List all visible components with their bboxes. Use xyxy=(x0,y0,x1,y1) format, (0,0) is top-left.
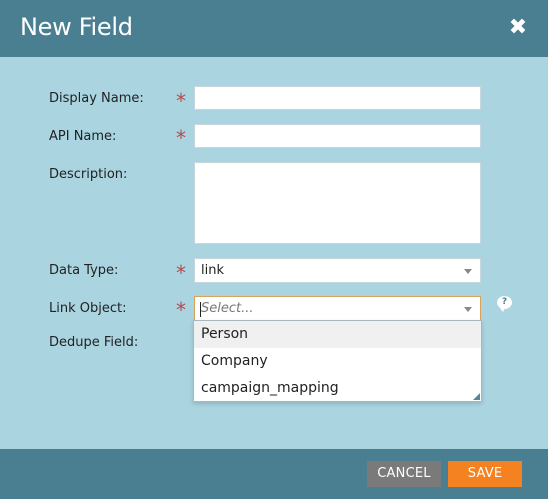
data-type-label: Data Type: xyxy=(49,263,119,278)
dialog-header: New Field ✖ xyxy=(0,0,548,57)
display-name-input[interactable] xyxy=(194,86,481,110)
link-object-dropdown: Person Company campaign_mapping xyxy=(193,320,482,402)
api-name-input[interactable] xyxy=(194,124,481,148)
text-caret xyxy=(200,302,201,317)
description-label: Description: xyxy=(49,167,128,182)
display-name-required-mark: * xyxy=(176,89,186,113)
help-bubble-icon[interactable]: ? xyxy=(497,296,512,312)
cancel-button[interactable]: CANCEL xyxy=(367,461,441,487)
chevron-down-icon xyxy=(464,269,472,274)
dropdown-option-company[interactable]: Company xyxy=(194,348,481,375)
dropdown-option-person[interactable]: Person xyxy=(194,321,481,348)
dialog-footer: CANCEL SAVE xyxy=(0,449,548,499)
display-name-label: Display Name: xyxy=(49,91,144,106)
dialog-title: New Field xyxy=(20,13,133,41)
link-object-required-mark: * xyxy=(176,298,186,322)
link-object-label: Link Object: xyxy=(49,301,127,316)
dropdown-option-campaign-mapping[interactable]: campaign_mapping xyxy=(194,375,481,402)
data-type-select[interactable]: link xyxy=(194,258,481,283)
save-button[interactable]: SAVE xyxy=(448,461,522,487)
link-object-select[interactable]: Select... xyxy=(194,296,481,321)
api-name-required-mark: * xyxy=(176,126,186,150)
resize-handle-icon[interactable] xyxy=(473,393,480,400)
description-textarea[interactable] xyxy=(194,162,481,244)
chevron-down-icon xyxy=(464,307,472,312)
close-icon[interactable]: ✖ xyxy=(505,15,531,41)
new-field-dialog: New Field ✖ Display Name: * API Name: * … xyxy=(0,0,548,499)
dedupe-field-label: Dedupe Field: xyxy=(49,335,139,350)
link-object-placeholder: Select... xyxy=(201,301,254,316)
api-name-label: API Name: xyxy=(49,129,117,144)
data-type-value: link xyxy=(201,263,224,278)
data-type-required-mark: * xyxy=(176,261,186,285)
